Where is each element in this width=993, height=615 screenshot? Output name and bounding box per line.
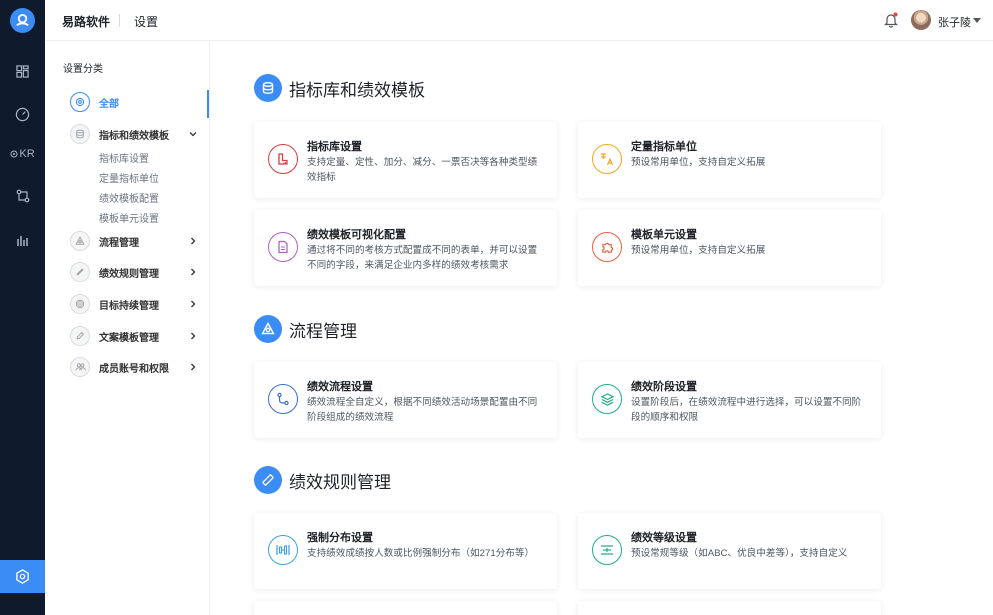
sidebar-item-goals[interactable]: 目标持续管理 <box>45 290 209 318</box>
chevron-right-icon[interactable] <box>188 362 198 372</box>
section-header-process: 流程管理 <box>254 315 357 343</box>
setting-card-template-units[interactable]: 模板单元设置 预设常用单位，支持自定义拓展 <box>578 210 881 286</box>
chevron-right-icon[interactable] <box>188 331 198 341</box>
distribution-icon <box>268 535 298 565</box>
card-description: 预设常规等级（如ABC、优良中差等），支持自定义 <box>631 548 848 559</box>
card-title: 绩效模板可视化配置 <box>307 229 406 241</box>
sidebar-item-copy-templates[interactable]: 文案模板管理 <box>45 322 209 350</box>
setting-card-quantitative-units[interactable]: 定量指标单位 预设常用单位，支持自定义拓展 <box>578 122 881 198</box>
sidebar-subitem-metric-library[interactable]: 指标库设置 <box>99 150 149 165</box>
sidebar-title: 设置分类 <box>63 64 103 75</box>
process-icon <box>70 231 90 251</box>
dashboard-icon[interactable] <box>0 56 45 86</box>
card-description: 支持定量、定性、加分、减分、一票否决等各种类型绩效指标 <box>307 157 538 183</box>
user-avatar[interactable] <box>911 10 931 30</box>
sidebar-item-metrics-templates[interactable]: 指标和绩效模板 <box>45 120 209 148</box>
setting-card-partial[interactable] <box>254 601 557 615</box>
ruler-icon <box>70 262 90 282</box>
target-icon <box>70 294 90 314</box>
sidebar-item-label: 全部 <box>99 98 119 110</box>
setting-card-process-settings[interactable]: 绩效流程设置 绩效流程全自定义，根据不同绩效活动场景配置由不同阶段组成的绩效流程 <box>254 362 557 438</box>
user-name[interactable]: 张子陵 <box>938 14 971 30</box>
database-icon <box>70 124 90 144</box>
card-title: 绩效等级设置 <box>631 532 697 544</box>
gear-icon <box>70 92 90 112</box>
user-menu-caret-icon[interactable] <box>973 18 981 23</box>
sidebar-item-label: 指标和绩效模板 <box>99 130 169 142</box>
settings-category-sidebar: 设置分类 全部 指标和绩效模板 指标库设置 定量指标单位 绩效模板配置 模板单元… <box>45 41 210 615</box>
logo-mark-icon <box>16 13 29 26</box>
card-title: 绩效阶段设置 <box>631 381 697 393</box>
ruler-icon <box>254 466 282 494</box>
section-header-metrics-templates: 指标库和绩效模板 <box>254 74 425 102</box>
sidebar-item-label: 目标持续管理 <box>99 300 159 312</box>
users-icon <box>70 357 90 377</box>
setting-card-grade-settings[interactable]: 绩效等级设置 预设常规等级（如ABC、优良中差等），支持自定义 <box>578 513 881 589</box>
notification-bell-icon[interactable] <box>884 12 898 28</box>
card-description: 设置阶段后，在绩效流程中进行选择，可以设置不同阶段的顺序和权限 <box>631 397 862 423</box>
setting-card-template-visual-config[interactable]: 绩效模板可视化配置 通过将不同的考核方式配置成不同的表单，并可以设置不同的字段，… <box>254 210 557 286</box>
chevron-right-icon[interactable] <box>188 267 198 277</box>
ruler-icon <box>268 144 298 174</box>
sidebar-item-label: 文案模板管理 <box>99 332 159 344</box>
top-header: 易路软件 设置 张子陵 <box>45 0 993 41</box>
sidebar-item-rules[interactable]: 绩效规则管理 <box>45 258 209 286</box>
sidebar-item-label: 绩效规则管理 <box>99 268 159 280</box>
card-title: 模板单元设置 <box>631 229 697 241</box>
setting-card-partial[interactable] <box>578 601 881 615</box>
card-title: 绩效流程设置 <box>307 381 373 393</box>
gauge-icon[interactable] <box>0 99 45 129</box>
app-logo[interactable] <box>10 8 35 33</box>
process-icon <box>254 315 282 343</box>
section-title: 绩效规则管理 <box>289 472 391 492</box>
section-title: 指标库和绩效模板 <box>289 80 425 100</box>
page-breadcrumb: 设置 <box>134 15 159 29</box>
card-description: 预设常用单位，支持自定义拓展 <box>631 245 766 256</box>
sidebar-subitem-template-config[interactable]: 绩效模板配置 <box>99 190 159 205</box>
okr-icon[interactable]: KR <box>0 139 45 169</box>
sidebar-item-process[interactable]: 流程管理 <box>45 227 209 255</box>
okr-label: KR <box>19 148 35 160</box>
app: KR 易路软件 设置 张子陵 设置分类 全部 指标和绩效模板 指标库设置 定量指… <box>0 0 993 615</box>
chevron-down-icon[interactable] <box>188 129 198 139</box>
puzzle-icon <box>592 232 622 262</box>
chevron-right-icon[interactable] <box>188 299 198 309</box>
route-icon <box>268 384 298 414</box>
sidebar-subitem-template-units[interactable]: 模板单元设置 <box>99 210 159 225</box>
setting-card-metric-library[interactable]: 指标库设置 支持定量、定性、加分、减分、一票否决等各种类型绩效指标 <box>254 122 557 198</box>
database-icon <box>254 74 282 102</box>
sidebar-item-label: 流程管理 <box>99 237 139 249</box>
section-header-rules: 绩效规则管理 <box>254 466 391 494</box>
company-name: 易路软件 <box>62 15 111 29</box>
header-divider <box>119 14 120 27</box>
flow-icon[interactable] <box>0 181 45 211</box>
translate-icon <box>592 144 622 174</box>
settings-nav-item[interactable] <box>0 560 45 593</box>
setting-card-stage-settings[interactable]: 绩效阶段设置 设置阶段后，在绩效流程中进行选择，可以设置不同阶段的顺序和权限 <box>578 362 881 438</box>
sidebar-subitem-quantitative-units[interactable]: 定量指标单位 <box>99 170 159 185</box>
sidebar-item-members-permissions[interactable]: 成员账号和权限 <box>45 353 209 381</box>
sidebar-item-all[interactable]: 全部 <box>45 88 209 118</box>
pen-icon <box>70 326 90 346</box>
card-title: 强制分布设置 <box>307 532 373 544</box>
card-description: 绩效流程全自定义，根据不同绩效活动场景配置由不同阶段组成的绩效流程 <box>307 397 538 423</box>
card-title: 指标库设置 <box>307 141 362 153</box>
settings-icon <box>16 569 29 584</box>
sidebar-item-label: 成员账号和权限 <box>99 363 169 375</box>
document-icon <box>268 232 298 262</box>
setting-card-forced-distribution[interactable]: 强制分布设置 支持绩效成绩按人数或比例强制分布（如271分布等） <box>254 513 557 589</box>
card-title: 定量指标单位 <box>631 141 697 153</box>
layers-icon <box>592 384 622 414</box>
grade-icon <box>592 535 622 565</box>
bar-chart-icon[interactable] <box>0 225 45 255</box>
chevron-right-icon[interactable] <box>188 236 198 246</box>
section-title: 流程管理 <box>289 321 357 341</box>
card-description: 预设常用单位，支持自定义拓展 <box>631 157 766 168</box>
global-nav-rail: KR <box>0 0 45 615</box>
card-description: 通过将不同的考核方式配置成不同的表单，并可以设置不同的字段，来满足企业内多样的绩… <box>307 245 538 271</box>
card-description: 支持绩效成绩按人数或比例强制分布（如271分布等） <box>307 548 535 559</box>
